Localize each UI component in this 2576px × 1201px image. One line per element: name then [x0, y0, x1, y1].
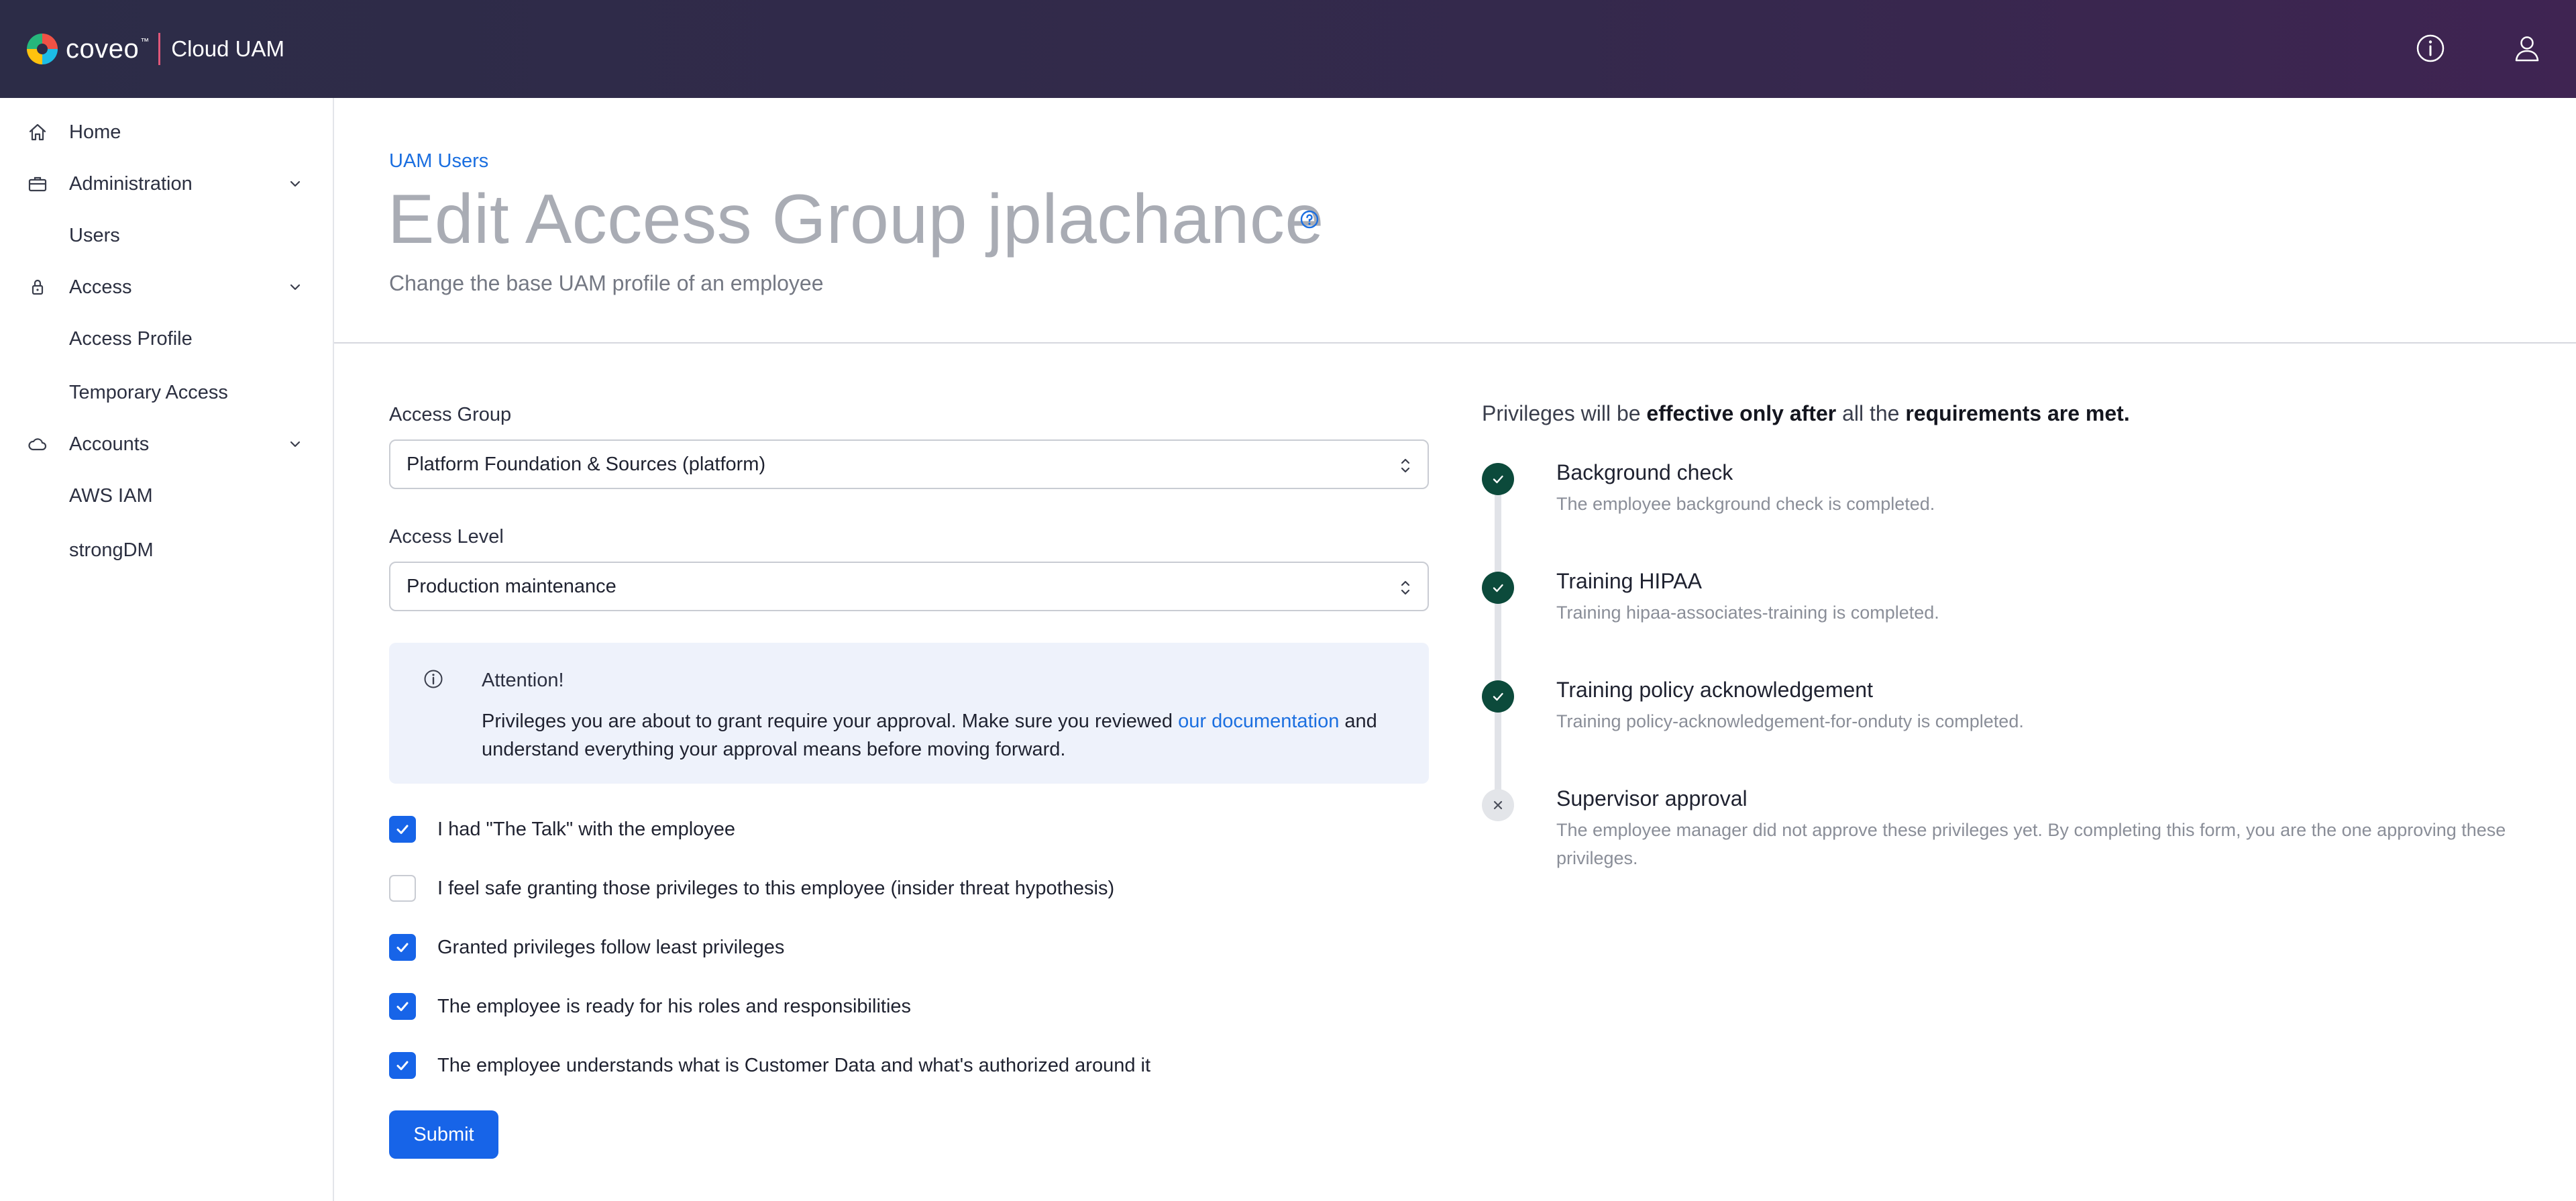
- sidebar-item-label: Home: [69, 121, 121, 143]
- intro-emphasis-2: requirements are met.: [1905, 401, 2130, 425]
- step-description: The employee manager did not approve the…: [1556, 820, 2506, 868]
- steps-rail: [1495, 478, 1501, 805]
- checkmark-icon: [396, 1061, 409, 1070]
- step-description: Training policy-acknowledgement-for-ondu…: [1556, 711, 2024, 731]
- access-level-label: Access Level: [389, 526, 504, 547]
- step-description: Training hipaa-associates-training is co…: [1556, 603, 1939, 623]
- step-status-icon: [1482, 572, 1514, 604]
- check-icon: [1493, 475, 1503, 484]
- sidebar-item-label: Access Profile: [69, 327, 193, 350]
- step-title: Training HIPAA: [1556, 569, 1702, 593]
- step-title: Training policy acknowledgement: [1556, 678, 1873, 702]
- access-level-value: Production maintenance: [407, 575, 616, 597]
- intro-text-2: all the: [1836, 401, 1906, 425]
- step-status-icon: [1482, 463, 1514, 495]
- sidebar-item-accounts[interactable]: Accounts: [0, 423, 333, 465]
- checkbox-label: Granted privileges follow least privileg…: [437, 936, 785, 958]
- attention-alert: Attention! Privileges you are about to g…: [389, 643, 1429, 784]
- sidebar-item-temporary-access[interactable]: Temporary Access: [0, 372, 333, 413]
- breadcrumb[interactable]: UAM Users: [389, 150, 488, 172]
- logo-wordmark: coveo: [66, 34, 140, 64]
- checkbox-label: I feel safe granting those privileges to…: [437, 877, 1115, 899]
- checkbox-talk[interactable]: [389, 816, 416, 843]
- user-icon[interactable]: [2512, 33, 2542, 64]
- sidebar: Home Administration Users Access Access …: [0, 98, 334, 1201]
- logo-trademark: ™: [140, 36, 150, 46]
- checkbox-label: I had "The Talk" with the employee: [437, 818, 736, 840]
- intro-text-1: Privileges will be: [1482, 401, 1647, 425]
- app-name: Cloud UAM: [171, 36, 284, 61]
- step-status-icon: [1482, 789, 1514, 821]
- sidebar-item-aws-iam[interactable]: AWS IAM: [0, 475, 333, 517]
- sidebar-item-label: strongDM: [69, 539, 154, 561]
- check-row-least-privileges[interactable]: Granted privileges follow least privileg…: [389, 934, 784, 961]
- step-description: The employee background check is complet…: [1556, 494, 1935, 514]
- chevron-down-icon[interactable]: [286, 435, 305, 454]
- sidebar-item-users[interactable]: Users: [0, 215, 333, 256]
- access-group-label: Access Group: [389, 404, 512, 425]
- sidebar-item-access-profile[interactable]: Access Profile: [0, 318, 333, 360]
- submit-button[interactable]: Submit: [389, 1110, 498, 1159]
- documentation-link[interactable]: our documentation: [1178, 711, 1339, 732]
- info-circle-icon: [424, 670, 443, 688]
- sidebar-item-label: Temporary Access: [69, 381, 228, 403]
- access-level-select[interactable]: Production maintenance: [389, 562, 1429, 611]
- check-icon: [1493, 692, 1503, 701]
- step-title: Background check: [1556, 460, 1733, 484]
- sidebar-item-label: AWS IAM: [69, 484, 153, 507]
- page-subtitle: Change the base UAM profile of an employ…: [389, 271, 824, 295]
- step-title: Supervisor approval: [1556, 786, 1748, 811]
- checkbox-customer-data[interactable]: [389, 1052, 416, 1079]
- briefcase-icon: [28, 176, 47, 192]
- help-circle-icon[interactable]: [1299, 209, 1320, 229]
- check-row-talk[interactable]: I had "The Talk" with the employee: [389, 816, 735, 843]
- coveo-logo-mark-icon: [27, 34, 58, 64]
- requirements-intro: Privileges will be effective only after …: [1482, 401, 2130, 426]
- checkbox-label: The employee understands what is Custome…: [437, 1054, 1151, 1076]
- check-row-roles[interactable]: The employee is ready for his roles and …: [389, 993, 911, 1020]
- sidebar-item-label: Access: [69, 276, 132, 298]
- checkbox-label: The employee is ready for his roles and …: [437, 995, 912, 1017]
- alert-title: Attention!: [482, 670, 564, 691]
- checkmark-icon: [396, 1002, 409, 1011]
- sidebar-item-access[interactable]: Access: [0, 266, 333, 308]
- checkbox-roles[interactable]: [389, 993, 416, 1020]
- home-icon: [29, 123, 46, 141]
- sidebar-item-home[interactable]: Home: [0, 111, 333, 153]
- sidebar-item-strongdm[interactable]: strongDM: [0, 529, 333, 571]
- alert-text-start: Privileges you are about to grant requir…: [482, 711, 1179, 732]
- check-icon: [1493, 584, 1503, 592]
- chevron-down-icon[interactable]: [286, 278, 305, 297]
- top-bar: coveo ™ Cloud UAM: [0, 0, 2576, 98]
- logo-divider: [158, 33, 161, 65]
- checkmark-icon: [396, 825, 409, 834]
- select-arrows-icon: [1401, 580, 1410, 595]
- sidebar-item-label: Users: [69, 224, 120, 246]
- alert-body: Privileges you are about to grant requir…: [482, 707, 1381, 764]
- sidebar-item-label: Accounts: [69, 433, 150, 455]
- check-row-insider-threat[interactable]: I feel safe granting those privileges to…: [389, 875, 1114, 902]
- check-row-customer-data[interactable]: The employee understands what is Custome…: [389, 1052, 1150, 1079]
- select-arrows-icon: [1401, 458, 1410, 473]
- cloud-icon: [28, 438, 47, 451]
- intro-emphasis-1: effective only after: [1646, 401, 1837, 425]
- step-status-icon: [1482, 680, 1514, 713]
- checkbox-insider-threat[interactable]: [389, 875, 416, 902]
- access-group-select[interactable]: Platform Foundation & Sources (platform): [389, 439, 1429, 489]
- checkbox-least-privileges[interactable]: [389, 934, 416, 961]
- sidebar-item-label: Administration: [69, 172, 193, 195]
- checkmark-icon: [396, 943, 409, 952]
- page-title: Edit Access Group jplachance: [388, 180, 1324, 258]
- coveo-logo[interactable]: coveo ™ Cloud UAM: [25, 32, 284, 66]
- lock-icon: [32, 279, 44, 295]
- close-icon: [1493, 800, 1503, 810]
- sidebar-item-administration[interactable]: Administration: [0, 163, 333, 205]
- info-circle-icon[interactable]: [2415, 33, 2446, 64]
- access-group-value: Platform Foundation & Sources (platform): [407, 453, 766, 475]
- chevron-down-icon[interactable]: [286, 174, 305, 193]
